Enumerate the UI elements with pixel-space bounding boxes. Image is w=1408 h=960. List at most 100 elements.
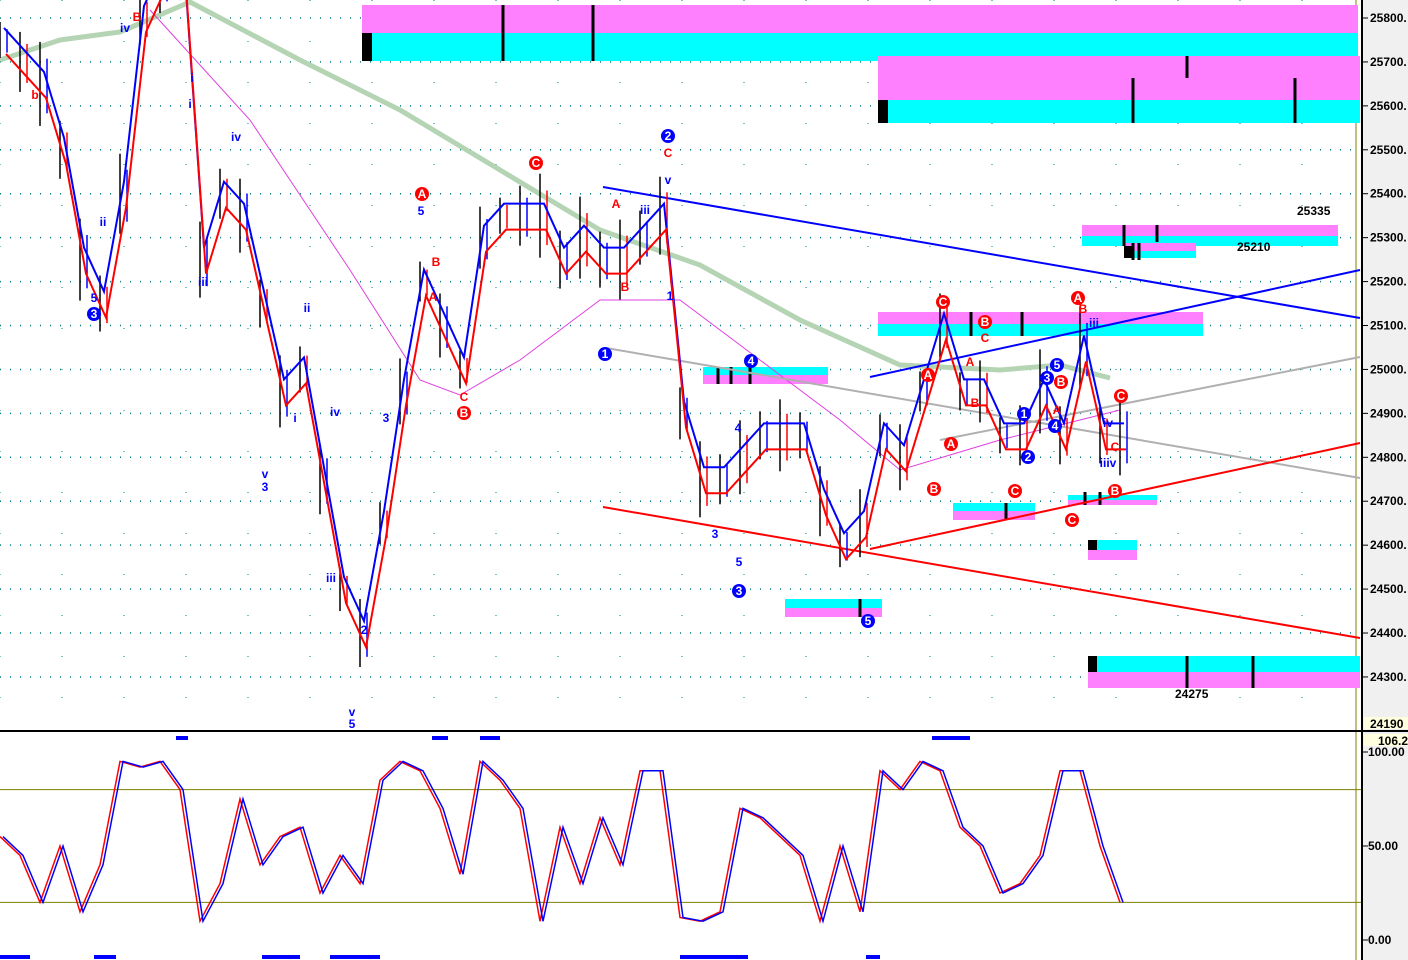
wave-label: v [665,173,672,187]
zone-block [878,100,888,123]
wave-label: 5 [91,291,98,305]
wave-label: 4 [1052,419,1059,433]
wave-label: 3 [1044,371,1051,385]
osc-tick-label: 0.00 [1368,933,1392,947]
wave-label: 4 [748,354,755,368]
wave-label: iv [330,405,340,419]
wave-label: b [31,88,38,102]
signal-marker [262,955,300,959]
price-labels: 25335 25210 24275 [1175,204,1331,701]
wave-label: v [262,467,269,481]
signal-marker [480,736,500,740]
wave-label: iii [640,203,650,217]
wave-label: B [1111,484,1120,498]
wave-label: 2 [361,623,368,637]
wave-label: iii [198,275,208,289]
wave-label: 1 [602,347,609,361]
wave-label: iv [1103,416,1113,430]
wave-label: 3 [91,307,98,321]
zone-pink [878,312,1203,324]
wave-label: 5 [736,555,743,569]
wave-label: B [460,406,469,420]
wave-label: B [1079,302,1088,316]
price-tick-label: 24600. [1370,538,1407,552]
price-level-label: 25210 [1237,240,1271,254]
gridlines [0,0,1360,960]
wave-label: C [939,295,948,309]
wave-label: 1 [667,289,674,303]
wave-label: C [1111,440,1120,454]
price-tick-label: 24500. [1370,582,1407,596]
wave-label: A [429,290,438,304]
signal-marker [94,955,116,959]
wave-label: i [190,71,193,85]
price-tick-label: 25100. [1370,319,1407,333]
wave-label: ii [100,215,107,229]
zone-cyan [1125,251,1196,258]
wave-label: 4 [735,421,742,435]
zone-block [362,33,372,61]
zone-block [1124,246,1134,258]
price-level-label: 24275 [1175,687,1209,701]
zone-cyan [878,324,1203,336]
wave-label: i [188,97,191,111]
oscillator-main-line [2,759,1124,924]
zone-cyan [1082,236,1338,246]
zone-pink [1088,550,1137,560]
wave-label: ii [304,301,311,315]
price-tick-label: 24400. [1370,626,1407,640]
zone-pink [878,56,1360,100]
wave-label: 2 [1025,450,1032,464]
price-tick-label: 24700. [1370,494,1407,508]
signal-marker [932,736,970,740]
price-tick-label: 25300. [1370,231,1407,245]
wave-label: C [460,390,469,404]
elliott-wave-chart: bBiv53iiiiiiiiviiiv3iv 3iii2v5A5BACBC2CvA… [0,0,1408,960]
wave-label: 5 [1054,358,1061,372]
wave-label: 2 [665,129,672,143]
zone-cyan [953,503,1035,511]
wave-label: B [971,396,980,410]
price-tick-label: 25800. [1370,11,1407,25]
zone-pink [1088,672,1360,688]
wave-label: C [981,331,990,345]
wave-label: C [532,156,541,170]
signal-marker [330,955,380,959]
wave-label: A [612,197,621,211]
wave-label: C [1011,484,1020,498]
wave-label: B [133,10,142,24]
signal-marker [432,736,448,740]
osc-tick-label: 50.00 [1368,839,1398,853]
wave-label: i [293,411,296,425]
signal-marker [866,955,880,959]
price-tick-label: 25600. [1370,99,1407,113]
wave-label: 3 [712,527,719,541]
signal-marker [0,955,30,959]
wave-label: iv [231,130,241,144]
zone-block [1088,540,1097,550]
wave-label: A [924,368,933,382]
price-tick-label: 24800. [1370,450,1407,464]
wave-label: 3 [262,480,269,494]
signal-marker [680,955,748,959]
zone-pink [1082,225,1338,236]
wave-label: A [418,187,427,201]
wave-label: iiiv [1100,456,1117,470]
wave-label: A [1053,403,1062,417]
price-tick-label: 24900. [1370,406,1407,420]
wave-label: B [1057,375,1066,389]
wave-label: B [432,255,441,269]
wave-label: B [621,280,630,294]
price-level-label: 25335 [1297,204,1331,218]
price-tick-label: 25700. [1370,55,1407,69]
wave-label: C [664,146,673,160]
wave-label: iii [1089,316,1099,330]
wave-label: 3 [736,584,743,598]
price-tick-label: 25000. [1370,362,1407,376]
price-tick-label: 25500. [1370,143,1407,157]
wave-label: A [947,437,956,451]
wave-label: C [1117,389,1126,403]
wave-label: 5 [418,204,425,218]
wave-label: iv [120,21,130,35]
wave-label: B [981,315,990,329]
